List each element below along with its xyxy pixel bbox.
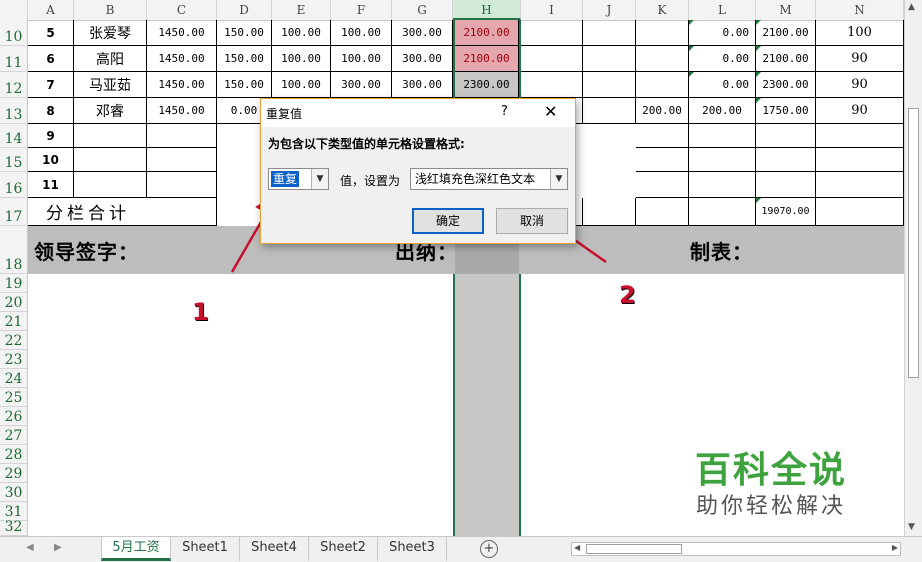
value-type-select[interactable]: 重复 ▼ xyxy=(268,168,329,190)
annotation-number-2: 2 xyxy=(619,281,636,309)
set-as-label: 值，设置为 xyxy=(340,174,401,188)
tab-sheet3[interactable]: Sheet3 xyxy=(378,537,447,561)
horizontal-scrollbar[interactable]: ◀ ▶ xyxy=(571,542,901,556)
tab-scroll-right-icon[interactable]: ▶ xyxy=(54,542,62,553)
dialog-title-bar[interactable]: 重复值 ? ✕ xyxy=(261,99,575,127)
tab-scroll-left-icon[interactable]: ◀ xyxy=(26,542,34,553)
tab-sheet4[interactable]: Sheet4 xyxy=(240,537,309,561)
help-icon[interactable]: ? xyxy=(501,104,508,119)
add-sheet-icon[interactable]: + xyxy=(480,540,498,558)
format-selected: 浅红填充色深红色文本 xyxy=(415,172,536,186)
duplicate-values-dialog: 重复值 ? ✕ 为包含以下类型值的单元格设置格式: 重复 ▼ 值，设置为 浅红填… xyxy=(260,98,576,244)
tab-5月工资[interactable]: 5月工资 xyxy=(101,537,171,561)
watermark-logo: 百科全说 助你轻松解决 xyxy=(695,450,847,522)
tab-sheet1[interactable]: Sheet1 xyxy=(171,537,240,561)
cancel-button[interactable]: 取消 xyxy=(496,208,568,234)
value-type-selected: 重复 xyxy=(271,171,300,187)
format-select[interactable]: 浅红填充色深红色文本 ▼ xyxy=(410,168,568,190)
chevron-down-icon[interactable]: ▼ xyxy=(550,169,567,189)
close-icon[interactable]: ✕ xyxy=(544,102,557,121)
ok-button[interactable]: 确定 xyxy=(412,208,484,234)
watermark-main-text: 百科全说 xyxy=(695,450,848,491)
dialog-title: 重复值 xyxy=(266,107,303,121)
chevron-down-icon[interactable]: ▼ xyxy=(311,169,328,189)
annotation-number-1: 1 xyxy=(192,298,209,326)
dialog-prompt: 为包含以下类型值的单元格设置格式: xyxy=(268,137,465,151)
scroll-right-arrow-icon[interactable]: ▶ xyxy=(892,543,898,552)
sheet-tab-bar: ◀ ▶ 5月工资 Sheet1 Sheet4 Sheet2 Sheet3 + ◀… xyxy=(0,536,922,562)
scroll-left-arrow-icon[interactable]: ◀ xyxy=(574,543,580,552)
horizontal-scroll-thumb[interactable] xyxy=(586,544,682,554)
tab-sheet2[interactable]: Sheet2 xyxy=(309,537,378,561)
watermark-sub-text: 助你轻松解决 xyxy=(696,494,847,519)
